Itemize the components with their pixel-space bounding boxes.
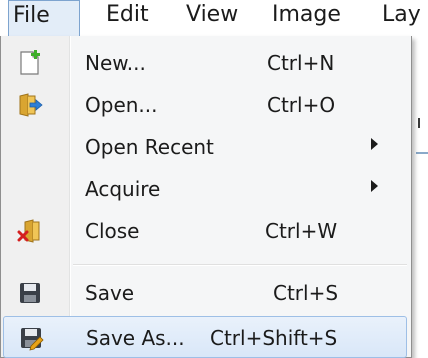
menu-image[interactable]: Image <box>272 0 341 36</box>
menu-item-new[interactable]: New... Ctrl+N <box>3 42 407 84</box>
menu-item-label: New... <box>85 51 146 75</box>
save-as-icon <box>18 325 44 351</box>
save-icon <box>17 280 43 306</box>
menu-item-label: Acquire <box>85 177 161 201</box>
menu-item-shortcut: Ctrl+W <box>265 219 338 243</box>
submenu-arrow-icon <box>371 138 378 150</box>
file-menu-dropdown: New... Ctrl+N Open... Ctrl+O Open Recent… <box>0 36 412 358</box>
menu-view[interactable]: View <box>186 0 238 36</box>
menu-item-shortcut: Ctrl+Shift+S <box>210 326 338 350</box>
menu-item-close[interactable]: Close Ctrl+W <box>3 210 407 252</box>
menu-item-acquire[interactable]: Acquire <box>3 168 407 210</box>
menu-item-save-as[interactable]: Save As... Ctrl+Shift+S <box>3 316 407 358</box>
menu-bar: File Edit View Image Lay <box>0 0 428 36</box>
menu-item-label: Close <box>85 219 140 243</box>
menu-item-open[interactable]: Open... Ctrl+O <box>3 84 407 126</box>
menu-item-label: Open Recent <box>85 135 214 159</box>
close-document-icon <box>17 218 43 244</box>
menu-item-shortcut: Ctrl+N <box>267 51 335 75</box>
menu-item-open-recent[interactable]: Open Recent <box>3 126 407 168</box>
menu-item-save[interactable]: Save Ctrl+S <box>3 272 407 314</box>
menu-file[interactable]: File <box>8 0 80 36</box>
menu-layers[interactable]: Lay <box>382 0 421 36</box>
menu-item-shortcut: Ctrl+O <box>267 93 336 117</box>
new-document-icon <box>17 50 43 76</box>
menu-separator <box>73 264 407 265</box>
menu-item-label: Save As... <box>86 326 185 350</box>
menu-item-label: Save <box>85 281 135 305</box>
menu-item-shortcut: Ctrl+S <box>273 281 339 305</box>
background-divider <box>416 152 428 154</box>
menu-edit[interactable]: Edit <box>106 0 149 36</box>
background-content <box>418 118 420 128</box>
open-folder-icon <box>17 92 43 118</box>
submenu-arrow-icon <box>371 180 378 192</box>
menu-item-label: Open... <box>85 93 158 117</box>
